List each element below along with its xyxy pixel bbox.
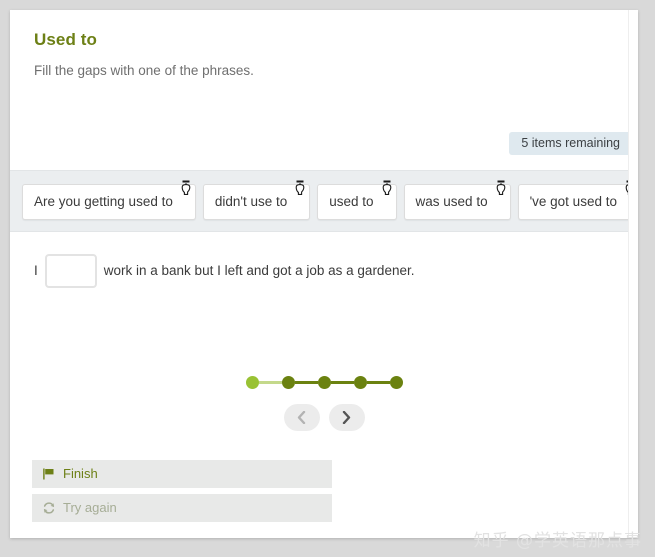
draggable-chip-4[interactable]: 've got used to	[517, 180, 638, 220]
progress-link-4	[366, 381, 390, 384]
status-badge-row: 5 items remaining	[509, 132, 632, 155]
sentence: I work in a bank but I left and got a jo…	[34, 254, 614, 288]
grab-hand-icon	[380, 180, 394, 196]
draggable-chip-0[interactable]: Are you getting used to	[22, 180, 196, 220]
quiz-header: Used to Fill the gaps with one of the ph…	[10, 10, 638, 78]
chevron-left-icon	[297, 411, 306, 424]
grab-hand-icon	[293, 180, 307, 196]
next-button[interactable]	[328, 404, 365, 431]
quiz-instructions: Fill the gaps with one of the phrases.	[34, 63, 254, 78]
sentence-suffix: work in a bank but I left and got a job …	[103, 263, 415, 278]
page-title: Used to	[34, 30, 98, 49]
previous-button[interactable]	[283, 404, 320, 431]
progress-indicator	[10, 376, 638, 389]
draggable-chip-3[interactable]: was used to	[403, 180, 511, 220]
scrollbar[interactable]	[628, 10, 638, 538]
draggable-phrase-bank: Are you getting used to didn't use to us…	[10, 170, 638, 232]
sentence-prefix: I	[34, 263, 38, 278]
progress-dot-track	[245, 376, 403, 389]
draggable-chip-2[interactable]: used to	[317, 180, 397, 220]
quiz-card: Used to Fill the gaps with one of the ph…	[10, 10, 638, 538]
progress-dot-1[interactable]	[245, 376, 259, 389]
chip-label: 've got used to	[529, 194, 617, 209]
chip-list: Are you getting used to didn't use to us…	[22, 180, 638, 220]
gap-dropzone[interactable]	[44, 254, 97, 288]
watermark: 知乎 @学英语那点事	[473, 531, 642, 551]
refresh-icon	[42, 501, 56, 515]
try-again-button[interactable]: Try again	[32, 494, 332, 522]
action-buttons: Finish Try again	[32, 460, 332, 528]
grab-hand-icon	[494, 180, 508, 196]
navigation-buttons	[10, 404, 638, 431]
chevron-right-icon	[342, 411, 351, 424]
try-again-label: Try again	[63, 500, 117, 515]
finish-button[interactable]: Finish	[32, 460, 332, 488]
progress-dot-5[interactable]	[389, 376, 403, 389]
grab-hand-icon	[179, 180, 193, 196]
finish-label: Finish	[63, 466, 98, 481]
progress-dot-4[interactable]	[353, 376, 367, 389]
chip-label: didn't use to	[214, 194, 288, 209]
chip-label: Are you getting used to	[34, 194, 173, 209]
status-badge: 5 items remaining	[509, 132, 632, 155]
progress-link-1	[258, 381, 282, 384]
question-area: I work in a bank but I left and got a jo…	[10, 232, 638, 288]
draggable-chip-1[interactable]: didn't use to	[202, 180, 311, 220]
chip-label: used to	[329, 194, 374, 209]
progress-link-3	[330, 381, 354, 384]
chip-label: was used to	[415, 194, 488, 209]
progress-dot-3[interactable]	[317, 376, 331, 389]
progress-dot-2[interactable]	[281, 376, 295, 389]
flag-icon	[42, 467, 56, 481]
progress-link-2	[294, 381, 318, 384]
